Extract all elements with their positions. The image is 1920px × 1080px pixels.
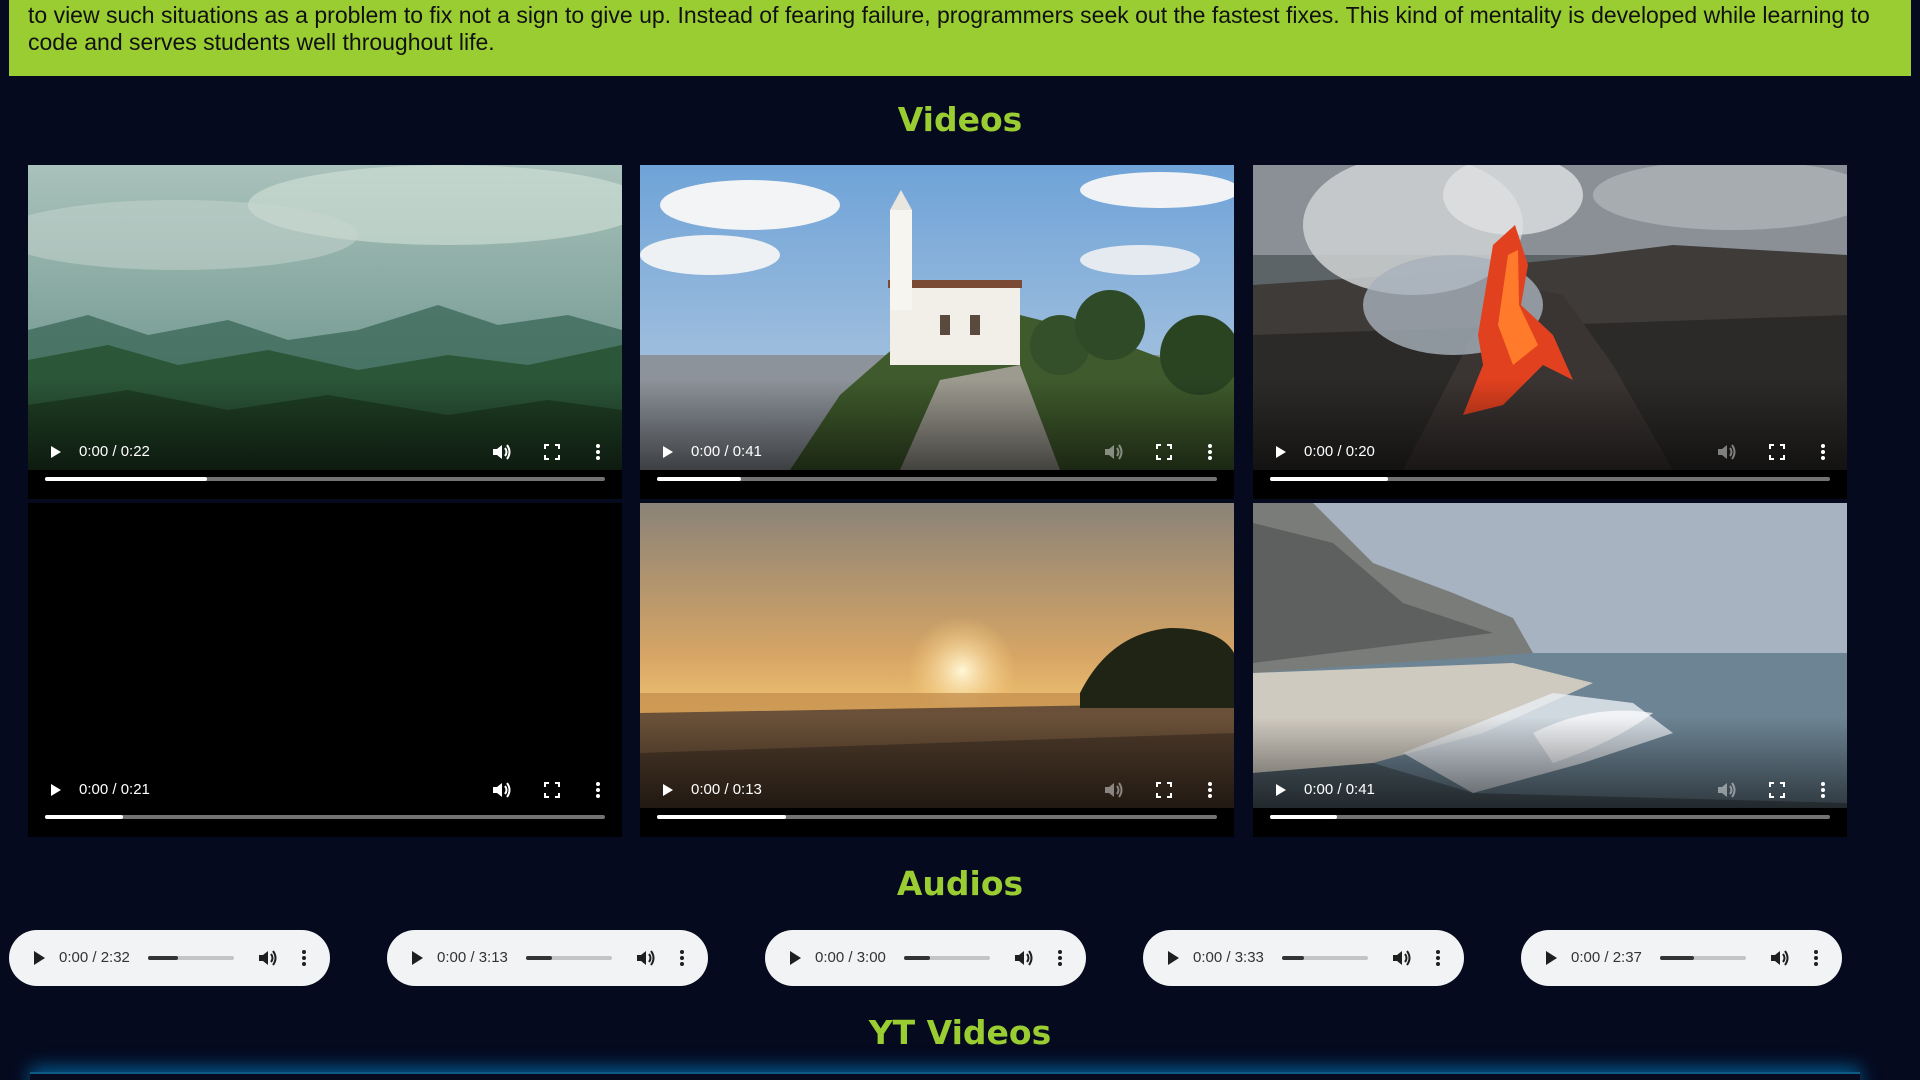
volume-icon[interactable] [1391, 948, 1413, 968]
play-icon[interactable] [31, 949, 47, 967]
play-icon[interactable] [787, 949, 803, 967]
video-player[interactable]: 0:00 / 0:22 [28, 165, 622, 499]
play-icon[interactable] [409, 949, 425, 967]
audio-progress-bar[interactable] [1282, 956, 1368, 960]
video-player[interactable]: 0:00 / 0:13 [640, 503, 1234, 837]
volume-icon[interactable] [1103, 780, 1125, 800]
video-controls: 0:00 / 0:20 [1253, 435, 1847, 499]
video-buffered-fill [45, 815, 124, 819]
play-icon[interactable] [1165, 949, 1181, 967]
video-time: 0:00 / 0:21 [79, 781, 150, 798]
audio-progress-fill [1282, 956, 1304, 960]
audio-progress-fill [1660, 956, 1695, 960]
audio-progress-fill [904, 956, 930, 960]
fullscreen-icon[interactable] [1768, 443, 1786, 461]
audio-progress-bar[interactable] [904, 956, 990, 960]
audio-progress-bar[interactable] [148, 956, 234, 960]
more-options-icon[interactable] [1819, 442, 1827, 462]
volume-icon[interactable] [257, 948, 279, 968]
video-progress-bar[interactable] [657, 477, 1217, 481]
play-icon[interactable] [46, 443, 64, 461]
audio-player[interactable]: 0:00 / 3:00 [765, 930, 1086, 986]
audio-time: 0:00 / 3:13 [437, 949, 508, 966]
audio-player[interactable]: 0:00 / 2:32 [9, 930, 330, 986]
fullscreen-icon[interactable] [543, 443, 561, 461]
fullscreen-icon[interactable] [1155, 781, 1173, 799]
video-buffered-fill [657, 477, 741, 481]
video-progress-bar[interactable] [45, 815, 605, 819]
yt-videos-heading: YT Videos [868, 1013, 1052, 1052]
yt-video-frames-top-edge [30, 1072, 1860, 1080]
fullscreen-icon[interactable] [543, 781, 561, 799]
volume-icon[interactable] [1716, 442, 1738, 462]
more-options-icon[interactable] [1056, 948, 1064, 968]
more-options-icon[interactable] [1434, 948, 1442, 968]
more-options-icon[interactable] [678, 948, 686, 968]
video-player[interactable]: 0:00 / 0:41 [1253, 503, 1847, 837]
video-time: 0:00 / 0:41 [1304, 781, 1375, 798]
video-time: 0:00 / 0:13 [691, 781, 762, 798]
audio-player[interactable]: 0:00 / 3:33 [1143, 930, 1464, 986]
play-icon[interactable] [658, 781, 676, 799]
video-thumbnail [28, 503, 622, 808]
audio-progress-fill [526, 956, 552, 960]
video-player[interactable]: 0:00 / 0:20 [1253, 165, 1847, 499]
video-buffered-fill [1270, 477, 1388, 481]
fullscreen-icon[interactable] [1155, 443, 1173, 461]
video-time: 0:00 / 0:22 [79, 443, 150, 460]
video-buffered-fill [657, 815, 786, 819]
video-controls: 0:00 / 0:21 [28, 773, 622, 837]
play-icon[interactable] [1271, 781, 1289, 799]
video-buffered-fill [45, 477, 208, 481]
audio-progress-fill [148, 956, 179, 960]
volume-icon[interactable] [491, 780, 513, 800]
video-progress-bar[interactable] [657, 815, 1217, 819]
more-options-icon[interactable] [1206, 780, 1214, 800]
video-controls: 0:00 / 0:13 [640, 773, 1234, 837]
video-player[interactable]: 0:00 / 0:41 [640, 165, 1234, 499]
more-options-icon[interactable] [594, 780, 602, 800]
video-controls: 0:00 / 0:41 [640, 435, 1234, 499]
volume-icon[interactable] [491, 442, 513, 462]
volume-icon[interactable] [1013, 948, 1035, 968]
video-time: 0:00 / 0:41 [691, 443, 762, 460]
play-icon[interactable] [1271, 443, 1289, 461]
video-progress-bar[interactable] [1270, 477, 1830, 481]
more-options-icon[interactable] [594, 442, 602, 462]
video-progress-bar[interactable] [45, 477, 605, 481]
audio-time: 0:00 / 3:33 [1193, 949, 1264, 966]
audios-heading: Audios [896, 864, 1024, 903]
fullscreen-icon[interactable] [1768, 781, 1786, 799]
volume-icon[interactable] [1769, 948, 1791, 968]
volume-icon[interactable] [1103, 442, 1125, 462]
volume-icon[interactable] [635, 948, 657, 968]
videos-heading: Videos [897, 100, 1023, 139]
video-buffered-fill [1270, 815, 1338, 819]
more-options-icon[interactable] [1812, 948, 1820, 968]
audio-time: 0:00 / 2:32 [59, 949, 130, 966]
audio-time: 0:00 / 2:37 [1571, 949, 1642, 966]
video-controls: 0:00 / 0:22 [28, 435, 622, 499]
play-icon[interactable] [1543, 949, 1559, 967]
play-icon[interactable] [46, 781, 64, 799]
video-progress-bar[interactable] [1270, 815, 1830, 819]
intro-paragraph: to view such situations as a problem to … [9, 0, 1911, 76]
audio-progress-bar[interactable] [1660, 956, 1746, 960]
volume-icon[interactable] [1716, 780, 1738, 800]
audio-player[interactable]: 0:00 / 3:13 [387, 930, 708, 986]
video-time: 0:00 / 0:20 [1304, 443, 1375, 460]
video-player[interactable]: 0:00 / 0:21 [28, 503, 622, 837]
more-options-icon[interactable] [300, 948, 308, 968]
video-controls: 0:00 / 0:41 [1253, 773, 1847, 837]
more-options-icon[interactable] [1819, 780, 1827, 800]
audio-player[interactable]: 0:00 / 2:37 [1521, 930, 1842, 986]
audio-time: 0:00 / 3:00 [815, 949, 886, 966]
more-options-icon[interactable] [1206, 442, 1214, 462]
audio-progress-bar[interactable] [526, 956, 612, 960]
play-icon[interactable] [658, 443, 676, 461]
